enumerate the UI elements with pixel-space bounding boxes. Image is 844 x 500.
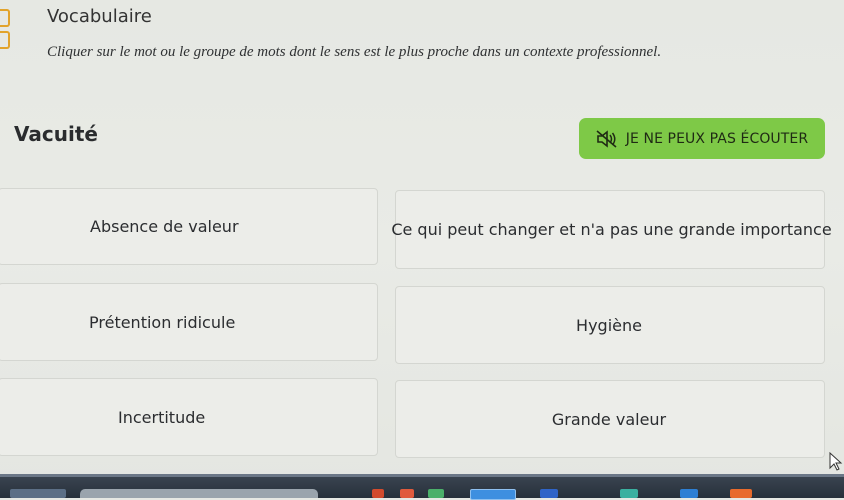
taskbar-app[interactable] (428, 489, 444, 498)
instruction-text: Cliquer sur le mot ou le groupe de mots … (47, 44, 662, 60)
taskbar-app[interactable] (372, 489, 384, 498)
option-card[interactable]: Hygiène (395, 286, 825, 364)
option-card[interactable]: Ce qui peut changer et n'a pas une grand… (391, 190, 832, 269)
taskbar-app[interactable] (540, 489, 558, 498)
taskbar-search[interactable] (80, 489, 318, 498)
option-card[interactable]: Incertitude (0, 378, 378, 456)
app-logo (0, 9, 12, 49)
option-card[interactable]: Prétention ridicule (0, 283, 378, 361)
question-word: Vacuité (14, 122, 98, 146)
option-card[interactable]: Absence de valeur (0, 188, 378, 265)
taskbar (0, 474, 844, 500)
option-label: Incertitude (118, 407, 206, 427)
option-label: Absence de valeur (90, 217, 239, 236)
option-label: Ce qui peut changer et n'a pas une grand… (391, 220, 832, 239)
taskbar-app[interactable] (10, 489, 66, 498)
cannot-listen-button[interactable]: JE NE PEUX PAS ÉCOUTER (579, 118, 825, 159)
mouse-cursor-icon (829, 452, 843, 471)
option-label: Prétention ridicule (89, 312, 236, 332)
speaker-muted-icon (596, 129, 617, 148)
section-title: Vocabulaire (47, 6, 152, 27)
taskbar-app[interactable] (470, 489, 516, 500)
taskbar-app[interactable] (680, 489, 698, 498)
option-label: Hygiène (576, 315, 642, 335)
cannot-listen-label: JE NE PEUX PAS ÉCOUTER (625, 130, 809, 147)
option-card[interactable]: Grande valeur (395, 380, 825, 458)
option-label: Grande valeur (551, 409, 667, 429)
taskbar-app[interactable] (400, 489, 414, 498)
taskbar-app[interactable] (730, 489, 752, 498)
taskbar-app[interactable] (620, 489, 638, 498)
